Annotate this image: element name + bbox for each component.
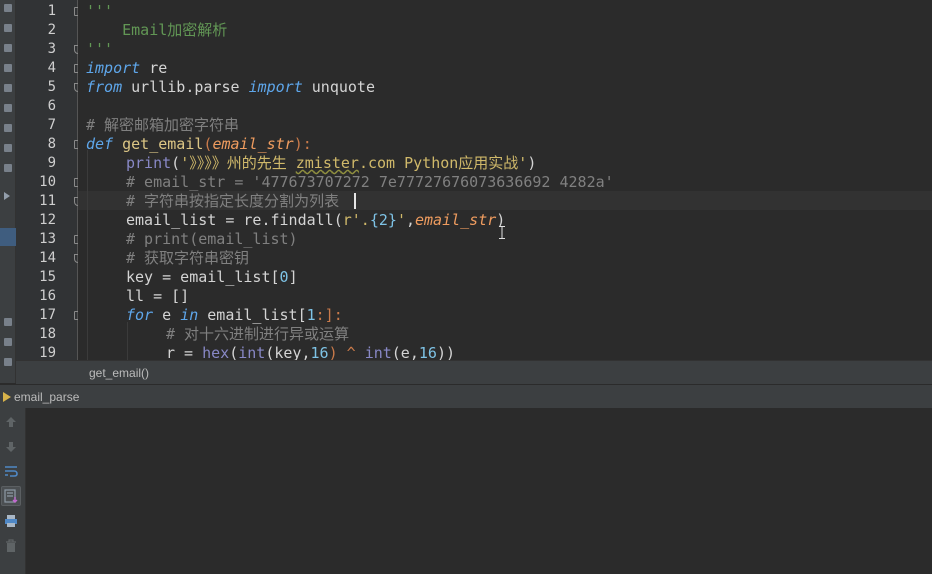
code-line-1: ''' bbox=[86, 2, 114, 20]
tool-window-icon[interactable] bbox=[4, 4, 12, 12]
tool-window-icon[interactable] bbox=[4, 144, 12, 152]
line-number: 5 bbox=[47, 79, 56, 95]
code-line-13: # print(email_list) bbox=[126, 230, 298, 248]
code-line-18: # 对十六进制进行异或运算 bbox=[166, 325, 350, 343]
code-line-10: # email_str = '477673707272 7e7772767607… bbox=[126, 173, 614, 191]
code-line-17: for e in email_list[1:]: bbox=[126, 306, 343, 324]
tool-window-icon[interactable] bbox=[4, 318, 12, 326]
indent-guide bbox=[127, 322, 128, 360]
expand-arrow-icon[interactable] bbox=[4, 192, 10, 200]
line-number: 9 bbox=[47, 155, 56, 171]
code-line-11: # 字符串按指定长度分割为列表 bbox=[126, 192, 340, 210]
tool-window-icon[interactable] bbox=[4, 64, 12, 72]
tool-window-icon[interactable] bbox=[4, 358, 12, 366]
line-number: 15 bbox=[39, 269, 56, 285]
code-line-5: from urllib.parse import unquote bbox=[86, 78, 375, 96]
run-output-console[interactable] bbox=[26, 408, 932, 574]
tool-window-icon[interactable] bbox=[4, 124, 12, 132]
selection-marker bbox=[0, 228, 16, 246]
soft-wrap-icon[interactable] bbox=[1, 461, 21, 481]
code-line-7: # 解密邮箱加密字符串 bbox=[86, 116, 240, 134]
run-panel-header: email_parse bbox=[0, 384, 932, 408]
code-line-9: print('》》》》州的先生 zmister.com Python应用实战') bbox=[126, 154, 537, 172]
code-line-12: email_list = re.findall(r'.{2}',email_st… bbox=[126, 211, 506, 229]
line-number: 7 bbox=[47, 117, 56, 133]
tool-window-icon[interactable] bbox=[4, 24, 12, 32]
line-number: 4 bbox=[47, 60, 56, 76]
breadcrumb-function[interactable]: get_email() bbox=[89, 366, 149, 380]
text-caret bbox=[354, 193, 356, 209]
line-number: 14 bbox=[39, 250, 56, 266]
code-line-15: key = email_list[0] bbox=[126, 268, 298, 286]
code-line-14: # 获取字符串密钥 bbox=[126, 249, 250, 267]
line-number: 3 bbox=[47, 41, 56, 57]
line-number: 17 bbox=[39, 307, 56, 323]
scroll-to-end-icon[interactable] bbox=[1, 486, 21, 506]
run-toolbar bbox=[0, 408, 26, 574]
line-number: 16 bbox=[39, 288, 56, 304]
tool-window-icon[interactable] bbox=[4, 338, 12, 346]
arrow-down-icon[interactable] bbox=[1, 437, 21, 457]
line-number: 1 bbox=[47, 3, 56, 19]
line-number-gutter[interactable]: 1 2 3 4 5 6 7 8 9 10 11 12 13 14 15 16 1… bbox=[16, 0, 83, 361]
breadcrumb-bar: get_email() bbox=[16, 360, 932, 384]
line-number: 8 bbox=[47, 136, 56, 152]
code-line-4: import re bbox=[86, 59, 168, 77]
code-line-16: ll = [] bbox=[126, 287, 190, 305]
code-line-8: def get_email(email_str): bbox=[86, 135, 312, 153]
line-number: 11 bbox=[39, 193, 56, 209]
line-number: 10 bbox=[39, 174, 56, 190]
python-run-icon bbox=[3, 392, 11, 402]
arrow-up-icon[interactable] bbox=[1, 412, 21, 432]
line-number: 6 bbox=[47, 98, 56, 114]
tool-window-icon[interactable] bbox=[4, 164, 12, 172]
line-number: 18 bbox=[39, 326, 56, 342]
code-line-2: Email加密解析 bbox=[86, 21, 228, 39]
left-tool-strip bbox=[0, 0, 16, 383]
code-editor[interactable]: ''' Email加密解析 ''' import re from urllib.… bbox=[78, 0, 932, 360]
ibeam-cursor-icon bbox=[499, 226, 505, 239]
line-number: 2 bbox=[47, 22, 56, 38]
tool-window-icon[interactable] bbox=[4, 44, 12, 52]
trash-icon[interactable] bbox=[1, 536, 21, 556]
indent-guide bbox=[87, 150, 88, 360]
code-line-19: r = hex(int(key,16) ^ int(e,16)) bbox=[166, 344, 455, 360]
run-tab-title[interactable]: email_parse bbox=[14, 390, 79, 404]
tool-window-icon[interactable] bbox=[4, 84, 12, 92]
line-number: 12 bbox=[39, 212, 56, 228]
tool-window-icon[interactable] bbox=[4, 104, 12, 112]
line-number: 13 bbox=[39, 231, 56, 247]
code-line-3: ''' bbox=[86, 40, 114, 58]
print-icon[interactable] bbox=[1, 511, 21, 531]
